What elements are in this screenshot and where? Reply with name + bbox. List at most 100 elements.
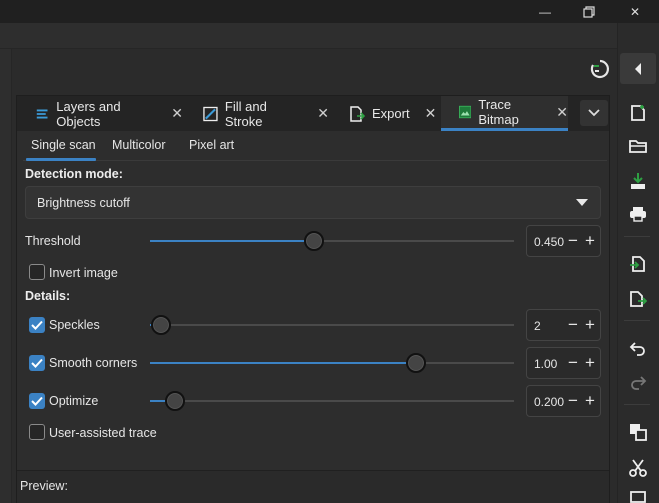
save-download-icon — [631, 173, 645, 189]
user-assisted-trace-label: User-assisted trace — [49, 426, 157, 440]
optimize-slider-track[interactable] — [150, 400, 514, 402]
undo-icon — [629, 342, 645, 356]
fill-stroke-icon — [203, 106, 218, 121]
checkmark-icon — [31, 358, 43, 368]
close-icon: ✕ — [629, 4, 641, 19]
threshold-label: Threshold — [25, 234, 81, 248]
speckles-decrement-button[interactable]: − — [568, 316, 578, 333]
restore-icon — [583, 5, 595, 18]
tab-label: Trace Bitmap — [478, 97, 519, 127]
subtab-active-indicator — [26, 158, 96, 161]
tab-trace-bitmap[interactable]: Trace Bitmap ✕ — [441, 96, 568, 131]
tool-controls-bar — [0, 23, 617, 49]
chevron-left-icon — [635, 62, 641, 75]
dock-header — [12, 49, 617, 95]
import-icon — [630, 256, 645, 272]
printer-icon — [630, 207, 646, 222]
optimize-decrement-button[interactable]: − — [568, 392, 578, 409]
smooth-corners-decrement-button[interactable]: − — [568, 354, 578, 371]
trace-bitmap-panel — [17, 131, 609, 470]
close-tab-icon[interactable]: ✕ — [425, 105, 437, 122]
close-tab-icon[interactable]: ✕ — [171, 105, 183, 122]
more-tabs-button[interactable] — [580, 100, 608, 126]
collapse-dock-button[interactable] — [620, 53, 656, 84]
preview-label: Preview: — [20, 479, 68, 493]
print-button[interactable] — [620, 200, 656, 228]
speckles-increment-button[interactable]: + — [585, 316, 595, 333]
undo-button[interactable] — [620, 334, 656, 362]
speckles-slider-handle[interactable] — [151, 315, 171, 335]
scissors-icon — [629, 459, 647, 477]
smooth-corners-slider-handle[interactable] — [406, 353, 426, 373]
command-separator — [624, 320, 650, 321]
speckles-checkbox[interactable] — [29, 317, 45, 333]
optimize-value[interactable]: 0.200 — [534, 395, 564, 409]
subtab-single-scan[interactable]: Single scan — [31, 138, 96, 160]
detection-mode-dropdown[interactable]: Brightness cutoff — [25, 186, 601, 219]
minimize-button[interactable]: — — [522, 0, 568, 23]
minimize-icon: — — [539, 4, 551, 19]
new-document-button[interactable] — [620, 99, 656, 127]
save-button[interactable] — [620, 167, 656, 195]
details-label: Details: — [25, 289, 71, 303]
folder-open-icon — [629, 140, 647, 153]
close-tab-icon[interactable]: ✕ — [317, 105, 329, 122]
open-button[interactable] — [620, 132, 656, 160]
canvas-edge — [0, 49, 12, 503]
export-icon — [350, 105, 365, 122]
threshold-increment-button[interactable]: + — [585, 232, 595, 249]
invert-image-checkbox[interactable] — [29, 264, 45, 280]
smooth-corners-increment-button[interactable]: + — [585, 354, 595, 371]
tab-export[interactable]: Export ✕ — [331, 96, 439, 131]
close-tab-icon[interactable]: ✕ — [556, 104, 568, 121]
maximize-button[interactable] — [566, 0, 612, 23]
trace-bitmap-icon — [459, 105, 472, 119]
export-button[interactable] — [620, 285, 656, 313]
smooth-corners-slider-fill — [150, 362, 415, 364]
speckles-slider-track[interactable] — [150, 324, 514, 326]
invert-image-label: Invert image — [49, 266, 118, 280]
subtab-pixel-art[interactable]: Pixel art — [189, 138, 234, 160]
redo-icon — [631, 376, 647, 390]
threshold-decrement-button[interactable]: − — [568, 232, 578, 249]
command-separator — [624, 236, 650, 237]
detection-mode-value: Brightness cutoff — [37, 195, 130, 210]
optimize-slider-handle[interactable] — [165, 391, 185, 411]
duplicate-icon — [630, 424, 647, 441]
duplicate-button[interactable] — [620, 418, 656, 446]
smooth-corners-value[interactable]: 1.00 — [534, 357, 557, 371]
optimize-checkbox[interactable] — [29, 393, 45, 409]
tab-label: Fill and Stroke — [224, 98, 267, 129]
detection-mode-label: Detection mode: — [25, 167, 123, 181]
threshold-slider-fill — [150, 240, 313, 242]
tab-layers-and-objects[interactable]: Layers and Objects ✕ — [17, 96, 183, 131]
close-window-button[interactable]: ✕ — [612, 0, 658, 23]
optimize-increment-button[interactable]: + — [585, 392, 595, 409]
new-document-icon — [631, 105, 645, 121]
dropdown-arrow-icon — [576, 199, 588, 206]
checkmark-icon — [31, 320, 43, 330]
user-assisted-trace-checkbox[interactable] — [29, 424, 45, 440]
smooth-corners-label: Smooth corners — [49, 356, 138, 370]
copy-button[interactable] — [620, 488, 656, 503]
tab-label: Export — [372, 106, 410, 121]
export-icon — [630, 291, 647, 307]
snap-toggle-button[interactable] — [588, 58, 612, 83]
copy-icon — [630, 491, 646, 503]
speckles-label: Speckles — [49, 318, 100, 332]
tab-label: Layers and Objects — [56, 98, 121, 129]
subtab-multicolor[interactable]: Multicolor — [112, 138, 166, 160]
subtab-divider — [23, 160, 607, 161]
redo-button[interactable] — [620, 368, 656, 396]
threshold-value[interactable]: 0.450 — [534, 235, 564, 249]
command-separator — [624, 404, 650, 405]
tab-fill-and-stroke[interactable]: Fill and Stroke ✕ — [185, 96, 329, 131]
chevron-down-icon — [588, 109, 600, 117]
cut-button[interactable] — [620, 454, 656, 482]
smooth-corners-checkbox[interactable] — [29, 355, 45, 371]
threshold-slider-handle[interactable] — [304, 231, 324, 251]
import-button[interactable] — [620, 250, 656, 278]
speckles-value[interactable]: 2 — [534, 319, 541, 333]
snap-icon — [590, 59, 609, 79]
preview-section — [17, 470, 609, 503]
